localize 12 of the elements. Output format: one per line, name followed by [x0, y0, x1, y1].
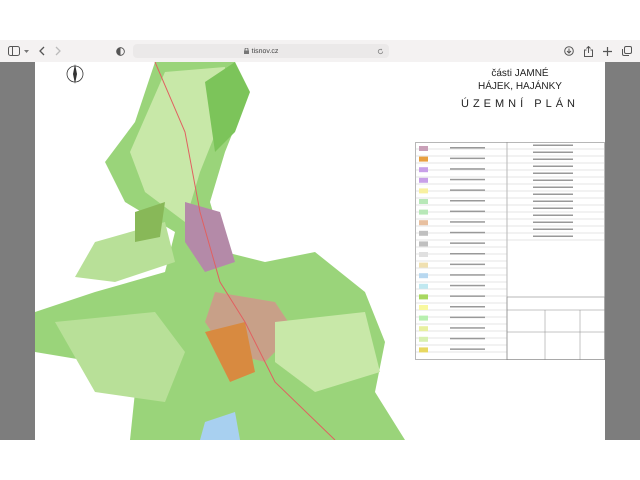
tabs-icon[interactable] [622, 46, 632, 56]
map-title: části JAMNÉ [491, 68, 549, 80]
map-title: HÁJEK, HAJÁNKY [478, 81, 562, 93]
lock-icon [244, 48, 249, 54]
map-heading: ÚZEMNÍ PLÁN [461, 98, 579, 110]
share-icon[interactable] [584, 46, 593, 56]
chevron-down-icon[interactable] [24, 50, 29, 52]
back-icon[interactable] [39, 46, 45, 56]
download-icon[interactable] [564, 46, 574, 56]
reload-icon[interactable] [377, 48, 384, 54]
plus-icon[interactable] [603, 46, 612, 56]
sidebar-icon[interactable] [8, 46, 20, 56]
